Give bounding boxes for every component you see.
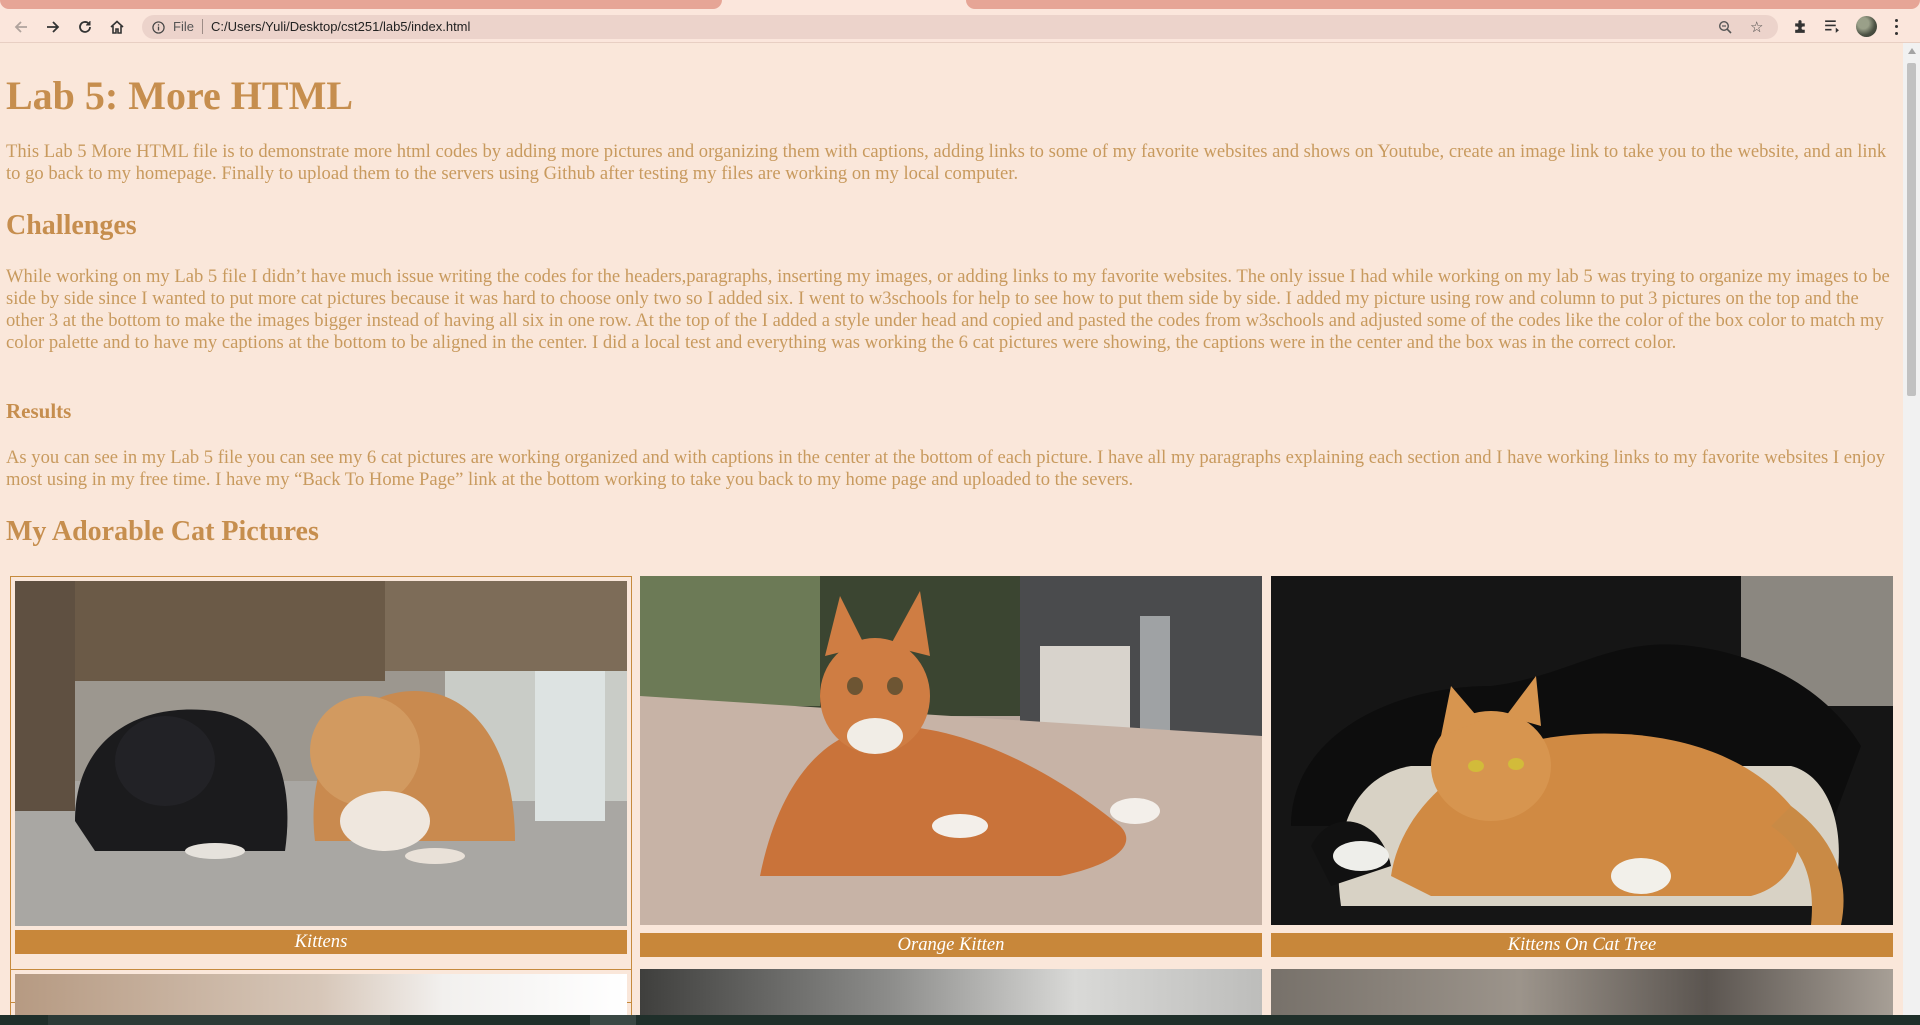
address-bar[interactable]: File C:/Users/Yuli/Desktop/cst251/lab5/i…	[142, 15, 1778, 39]
caption-text: Orange Kitten	[897, 934, 1005, 955]
forward-arrow-icon[interactable]	[41, 15, 65, 39]
gallery-item-kittens-on-cat-tree: Kittens On Cat Tree	[1271, 576, 1893, 1003]
os-taskbar	[0, 1015, 1920, 1025]
gallery-item	[10, 969, 632, 1015]
browser-toolbar: File C:/Users/Yuli/Desktop/cst251/lab5/i…	[0, 12, 1920, 43]
media-queue-icon[interactable]	[1823, 18, 1841, 36]
info-icon[interactable]	[151, 20, 165, 34]
cat-photo	[15, 974, 627, 1015]
orange-kitten-lying-photo	[640, 576, 1262, 925]
scrollbar-thumb[interactable]	[1907, 63, 1916, 396]
reload-icon[interactable]	[73, 15, 97, 39]
url-text[interactable]: C:/Users/Yuli/Desktop/cst251/lab5/index.…	[211, 19, 470, 34]
caption-box: Orange Kitten	[640, 933, 1262, 957]
gallery-item-orange-kitten: Orange Kitten	[640, 576, 1262, 1003]
results-paragraph: As you can see in my Lab 5 file you can …	[6, 447, 1886, 490]
challenges-paragraph: While working on my Lab 5 file I didn’t …	[6, 266, 1890, 353]
scheme-label: File	[173, 19, 203, 34]
results-heading: Results	[6, 399, 72, 423]
scroll-up-arrow-icon[interactable]	[1903, 43, 1920, 59]
zoom-icon[interactable]	[1718, 20, 1732, 37]
cat-photo	[1271, 969, 1893, 1015]
cat-photo	[640, 969, 1262, 1015]
black-and-orange-kittens-photo	[15, 581, 627, 926]
caption-text: Kittens	[294, 931, 348, 952]
kittens-on-cat-tree-photo	[1271, 576, 1893, 925]
caption-box: Kittens On Cat Tree	[1271, 933, 1893, 957]
tab-strip	[0, 0, 1920, 12]
puzzle-extensions-icon[interactable]	[1792, 18, 1810, 36]
caption-text: Kittens On Cat Tree	[1507, 934, 1657, 955]
intro-paragraph: This Lab 5 More HTML file is to demonstr…	[6, 141, 1887, 184]
browser-tab[interactable]	[0, 0, 722, 9]
taskbar-item[interactable]	[590, 1015, 636, 1025]
browser-tab[interactable]	[966, 0, 1920, 9]
home-icon[interactable]	[105, 15, 129, 39]
page-title: Lab 5: More HTML	[6, 73, 354, 118]
gallery-item	[1271, 969, 1893, 1015]
more-menu-icon[interactable]	[1892, 17, 1900, 37]
gallery-item-kittens: Kittens	[10, 576, 632, 1003]
page-content: Lab 5: More HTML This Lab 5 More HTML fi…	[0, 43, 1903, 1015]
gallery-heading: My Adorable Cat Pictures	[6, 516, 319, 547]
taskbar-item[interactable]	[48, 1015, 390, 1025]
profile-avatar[interactable]	[1856, 16, 1877, 37]
star-icon[interactable]: ☆	[1750, 18, 1763, 36]
vertical-scrollbar[interactable]	[1903, 43, 1920, 1015]
back-arrow-icon[interactable]	[9, 15, 33, 39]
gallery-item	[640, 969, 1262, 1015]
challenges-heading: Challenges	[6, 210, 137, 241]
caption-box: Kittens	[15, 930, 627, 954]
